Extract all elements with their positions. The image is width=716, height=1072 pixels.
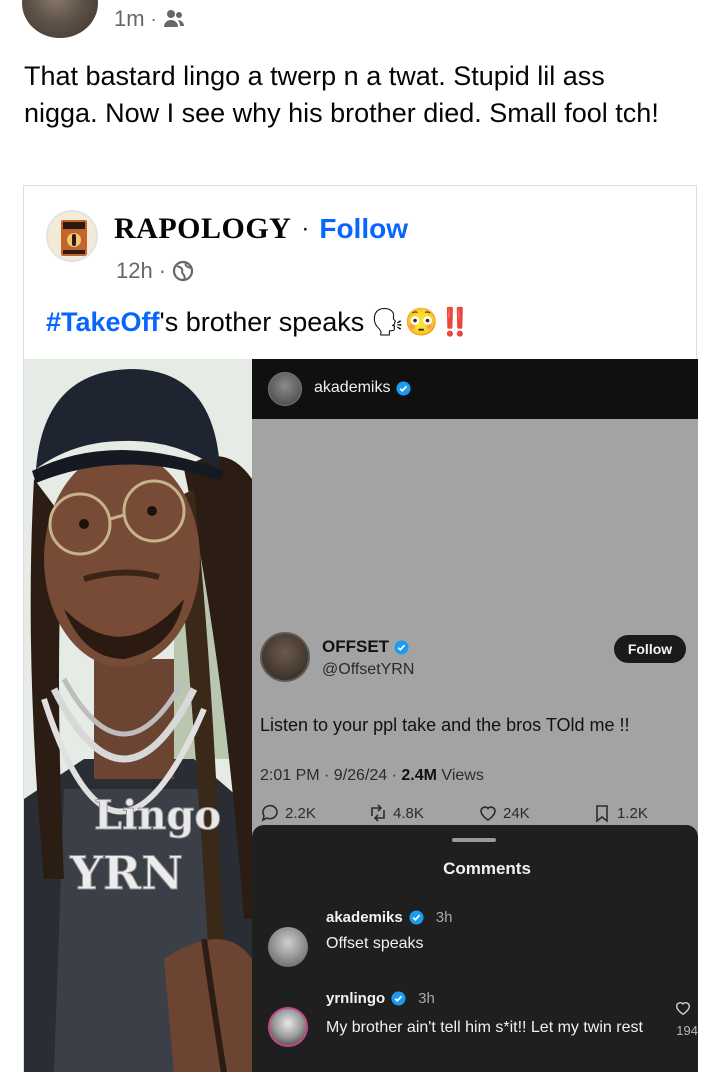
page-name[interactable]: RAPOLOGY — [114, 212, 291, 246]
like-stat[interactable]: 24K — [478, 803, 530, 823]
comment-like-count: 194 — [676, 1023, 698, 1038]
retweet-count: 4.8K — [393, 804, 424, 822]
like-count: 24K — [503, 804, 530, 822]
tweet-date: 2:01 PM · 9/26/24 · — [260, 767, 402, 784]
comment-time: 3h — [418, 990, 435, 1007]
follow-separator: · — [301, 215, 310, 242]
reply-count: 2.2K — [285, 804, 316, 822]
tweet-stats: 2.2K 4.8K 24K 1.2K — [260, 803, 690, 827]
friends-icon[interactable] — [163, 9, 185, 29]
instagram-screenshot[interactable]: akademiks OFFSET @OffsetYRN Follow Liste… — [252, 359, 698, 1072]
pendant-text-yrn: YRN — [69, 846, 183, 900]
author-avatar[interactable] — [22, 0, 98, 38]
retweet-stat[interactable]: 4.8K — [368, 803, 424, 823]
sheet-drag-handle[interactable] — [452, 838, 496, 842]
hashtag-link[interactable]: #TakeOff — [46, 307, 160, 338]
comments-title: Comments — [443, 859, 531, 878]
verified-badge-icon — [391, 991, 406, 1006]
tweet-author: OFFSET — [322, 637, 409, 657]
comment-username[interactable]: akademiks — [326, 909, 403, 926]
verified-badge-icon — [409, 910, 424, 925]
follow-button[interactable]: Follow — [319, 213, 408, 245]
tweet-author-name[interactable]: OFFSET — [322, 637, 389, 657]
tweet-card: OFFSET @OffsetYRN Follow Listen to your … — [252, 419, 698, 829]
comment-text: Offset speaks — [326, 935, 424, 952]
tweet-views-count: 2.4M — [401, 767, 437, 784]
bookmark-icon — [596, 805, 608, 823]
bookmark-count: 1.2K — [617, 804, 648, 822]
meta-dot: · — [150, 8, 157, 29]
instagram-username[interactable]: akademiks — [314, 379, 390, 397]
shared-post-header: RAPOLOGY · Follow 12h · #TakeOff 's brot… — [24, 186, 696, 358]
comments-sheet: Comments akademiks 3h Offset speaks yrnl… — [252, 825, 698, 1072]
meta-dot: · — [158, 258, 167, 283]
comment-time: 3h — [435, 909, 453, 926]
comment-text: My brother ain't tell him s*it!! Let my … — [326, 1019, 643, 1036]
page-name-row: RAPOLOGY · Follow — [114, 212, 408, 246]
verified-badge-icon — [394, 639, 409, 655]
retweet-icon — [371, 804, 385, 822]
instagram-user: akademiks — [314, 379, 412, 397]
book-logo-icon — [61, 220, 87, 256]
verified-badge-icon — [396, 380, 412, 396]
tweet-views-label: Views — [436, 767, 484, 784]
comment-username[interactable]: yrnlingo — [326, 990, 385, 1007]
comment-avatar[interactable] — [268, 1007, 308, 1047]
comment-heart-icon[interactable] — [674, 999, 692, 1017]
instagram-header: akademiks — [252, 359, 698, 419]
post-header: 1m · — [0, 0, 716, 50]
tweet-follow-button[interactable]: Follow — [614, 635, 686, 663]
shared-post-meta: 12h · — [116, 258, 194, 284]
post-meta: 1m · — [114, 6, 185, 32]
shared-post-card[interactable]: RAPOLOGY · Follow 12h · #TakeOff 's brot… — [23, 185, 698, 1072]
post-time[interactable]: 1m — [114, 6, 145, 32]
reply-stat[interactable]: 2.2K — [260, 803, 316, 823]
pendant-text-lingo: Lingo — [94, 792, 221, 839]
comment-user-row: akademiks 3h — [326, 909, 452, 926]
tweet-meta: 2:01 PM · 9/26/24 · 2.4M Views — [260, 767, 484, 785]
comment-avatar[interactable] — [268, 927, 308, 967]
caption-text: 's brother speaks — [159, 306, 365, 337]
artist-photo[interactable]: Lingo YRN — [24, 359, 252, 1072]
tweet-avatar[interactable] — [260, 632, 310, 682]
shared-post-time[interactable]: 12h — [116, 258, 153, 284]
tweet-handle: @OffsetYRN — [322, 661, 415, 678]
reply-icon — [261, 804, 278, 822]
bookmark-stat[interactable]: 1.2K — [592, 803, 648, 823]
shared-media[interactable]: Lingo YRN akademiks OFFSET @OffsetYRN Fo… — [24, 359, 698, 1072]
post-text: That bastard lingo a twerp n a twat. Stu… — [24, 61, 659, 128]
tweet-text: Listen to your ppl take and the bros TOl… — [260, 715, 630, 735]
instagram-avatar[interactable] — [268, 372, 302, 406]
shared-post-caption: #TakeOff 's brother speaks 🗣😳‼️ — [46, 306, 472, 338]
comment-user-row: yrnlingo 3h — [326, 990, 435, 1007]
caption-emojis: 🗣😳‼️ — [370, 307, 472, 337]
heart-icon — [480, 806, 496, 821]
portrait-illustration: Lingo YRN — [24, 359, 252, 1072]
globe-icon[interactable] — [172, 260, 194, 282]
page-logo[interactable] — [46, 210, 98, 262]
